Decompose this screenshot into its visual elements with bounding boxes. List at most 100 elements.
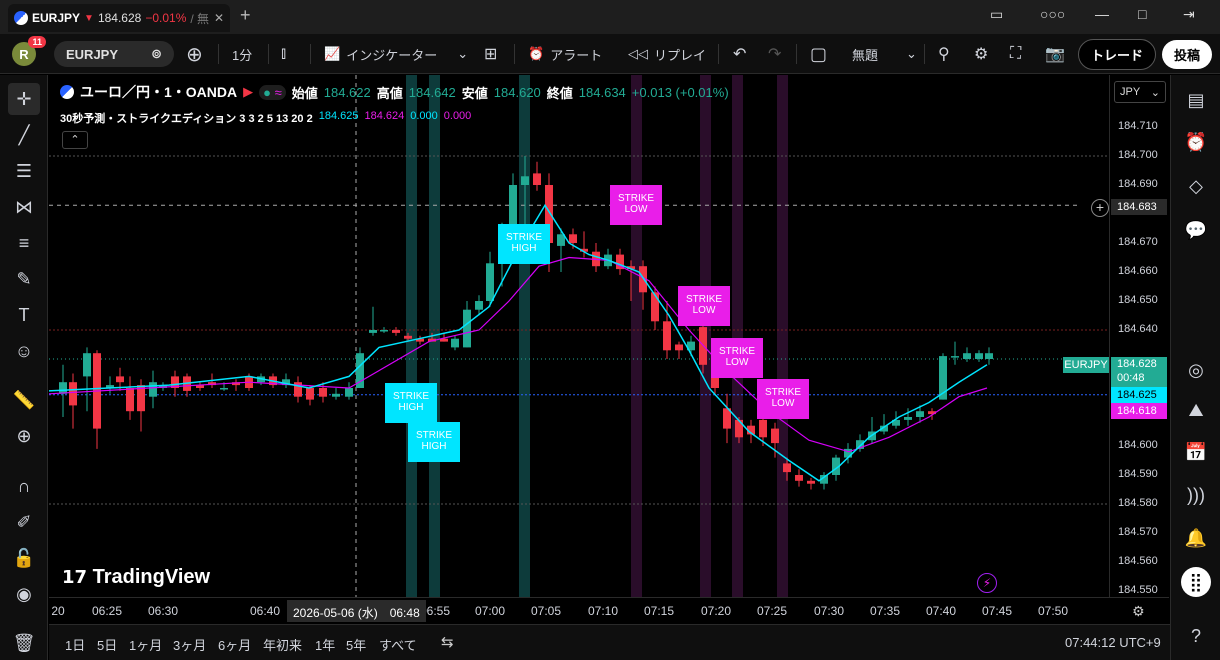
templates-icon[interactable]: ⊞: [484, 34, 497, 74]
price-tick: 184.650: [1118, 294, 1158, 306]
range-button[interactable]: すべて: [379, 635, 417, 654]
replay-label: リプレイ: [654, 47, 707, 63]
range-button[interactable]: 6ヶ月: [218, 635, 251, 654]
magnet-icon[interactable]: ∩: [8, 470, 40, 502]
lightning-icon[interactable]: ⚡: [977, 573, 997, 593]
horizontal-lines-icon[interactable]: ☰: [8, 155, 40, 187]
eye-icon[interactable]: ◉: [8, 578, 40, 610]
countdown: 00:48: [1117, 372, 1145, 384]
range-button[interactable]: 1年: [315, 635, 335, 654]
lock-drawing-icon[interactable]: ✐: [8, 506, 40, 538]
price-chart[interactable]: [49, 75, 1109, 597]
price-tick: 184.710: [1118, 120, 1158, 132]
target-icon[interactable]: ◎: [1181, 355, 1211, 385]
indicator-legend[interactable]: 30秒予測・ストライクエディション 3 3 2 5 13 20 2 184.62…: [60, 110, 471, 126]
market-status-icon[interactable]: ● ≈: [259, 84, 286, 100]
axis-settings-icon[interactable]: ⚙: [1132, 603, 1145, 620]
symbol-search[interactable]: EURJPY ⊚: [54, 41, 174, 67]
layers-icon[interactable]: ◇: [1181, 171, 1211, 201]
ruler-icon[interactable]: 📏: [8, 384, 40, 416]
candle-up: [916, 411, 924, 417]
settings-icon[interactable]: ⚙: [974, 34, 988, 74]
redo-icon[interactable]: ↷: [768, 34, 781, 74]
time-tick: 07:15: [643, 604, 675, 618]
price-tick: 184.670: [1118, 236, 1158, 248]
maximize-icon[interactable]: □: [1138, 6, 1146, 22]
help-icon[interactable]: ?: [1181, 621, 1211, 651]
close-label: 終値: [546, 85, 573, 101]
candle-down: [533, 173, 541, 185]
candle-down: [795, 475, 803, 481]
browser-tab[interactable]: EURJPY ▼ 184.628 −0.01% / 無 ✕: [8, 4, 230, 32]
tab-price: 184.628: [97, 11, 142, 25]
hotlist-icon[interactable]: ⛰: [1181, 395, 1211, 425]
minimize-icon[interactable]: —: [1095, 6, 1109, 22]
currency-select[interactable]: JPY ⌄: [1114, 81, 1166, 103]
layout-name-button[interactable]: 無題 ⌄: [852, 34, 917, 74]
price-tick: 184.560: [1118, 555, 1158, 567]
replay-button[interactable]: ◁◁ リプレイ: [628, 34, 706, 74]
user-avatar[interactable]: R 11: [12, 36, 46, 66]
undo-icon[interactable]: ↶: [733, 34, 746, 74]
notifications-icon[interactable]: 🔔: [1181, 523, 1211, 553]
goto-date-icon[interactable]: ⇆: [441, 633, 454, 651]
chart-legend: ユーロ／円・1・OANDA ▶ ● ≈ 始値 184.622 高値 184.642 …: [60, 82, 729, 102]
apps-grid-icon[interactable]: ⣿: [1181, 567, 1211, 597]
camera-icon[interactable]: 📷: [1045, 34, 1065, 74]
price-axis[interactable]: JPY ⌄ 184.710 184.700 184.690 184.670 184.660…: [1109, 75, 1169, 597]
ma-slow-tag: 184.618: [1111, 403, 1167, 419]
clock[interactable]: 07:44:12 UTC+9: [1065, 635, 1161, 650]
alerts-clock-icon[interactable]: ⏰: [1181, 127, 1211, 157]
watchlist-icon[interactable]: ▤: [1181, 85, 1211, 115]
range-button[interactable]: 1ヶ月: [129, 635, 162, 654]
lock-icon[interactable]: 🔓: [8, 542, 40, 574]
time-axis[interactable]: 20 06:25 06:30 06:40 06:55 07:00 07:05 07:10 07:…: [49, 597, 1169, 624]
candle-down: [771, 428, 779, 444]
fullscreen-icon[interactable]: ⛶: [1010, 34, 1021, 74]
candle-down: [306, 388, 314, 400]
crosshair-price-tag: 184.683: [1111, 199, 1167, 215]
collapse-chevron-icon[interactable]: ⌃: [62, 131, 88, 149]
publish-button[interactable]: 投稿: [1162, 39, 1213, 69]
quick-search-icon[interactable]: ⚲: [938, 34, 950, 74]
fib-icon[interactable]: ≡: [8, 227, 40, 259]
crosshair-time-label: 2026-05-06 (水) 06:48: [287, 600, 426, 622]
alert-button[interactable]: ⏰ アラート: [528, 34, 602, 74]
chat-icon[interactable]: 💬: [1181, 215, 1211, 245]
signal-column: [777, 75, 788, 597]
add-symbol-icon[interactable]: ⊕: [186, 34, 203, 74]
range-button[interactable]: 5日: [97, 635, 117, 654]
ma-slow-line: [49, 256, 988, 453]
notification-badge: 11: [28, 36, 46, 48]
candle-up: [451, 338, 459, 348]
price-tick: 184.590: [1118, 468, 1158, 480]
right-sidebar: ▤ ⏰ ◇ 💬 ◎ ⛰ 📅 ))) 🔔 ⣿ ?: [1170, 75, 1220, 660]
close-tab-icon[interactable]: ✕: [214, 11, 224, 25]
range-button[interactable]: 5年: [346, 635, 366, 654]
trade-button[interactable]: トレード: [1078, 38, 1157, 70]
emoji-icon[interactable]: ☺: [8, 335, 40, 367]
layout-icon[interactable]: ▭: [990, 6, 1003, 23]
brush-icon[interactable]: ✎: [8, 263, 40, 295]
trendline-icon[interactable]: ╱: [8, 119, 40, 151]
price-tick: 184.550: [1118, 584, 1158, 596]
trash-icon[interactable]: 🗑: [8, 627, 40, 659]
calendar-icon[interactable]: 📅: [1181, 437, 1211, 467]
add-alert-plus-icon[interactable]: +: [1091, 199, 1109, 217]
indicators-button[interactable]: 📈 インジケーター ⌄: [324, 34, 468, 74]
pattern-icon[interactable]: ⋈: [8, 191, 40, 223]
chart-type-icon[interactable]: ⫾: [281, 34, 286, 74]
fullscreen-square-icon[interactable]: ▢: [810, 34, 827, 74]
logout-icon[interactable]: ⇥: [1183, 6, 1195, 23]
open-value: 184.622: [323, 84, 371, 100]
range-button[interactable]: 1日: [65, 635, 85, 654]
new-tab-icon[interactable]: +: [240, 5, 251, 26]
range-button[interactable]: 年初来: [263, 635, 302, 654]
zoom-in-icon[interactable]: ⊕: [8, 420, 40, 452]
text-icon[interactable]: T: [8, 299, 40, 331]
interval-button[interactable]: 1分: [232, 34, 252, 74]
range-button[interactable]: 3ヶ月: [173, 635, 206, 654]
news-icon[interactable]: ))): [1181, 480, 1211, 510]
crosshair-icon[interactable]: ✛: [8, 83, 40, 115]
more-icon[interactable]: ○○○: [1040, 6, 1065, 22]
